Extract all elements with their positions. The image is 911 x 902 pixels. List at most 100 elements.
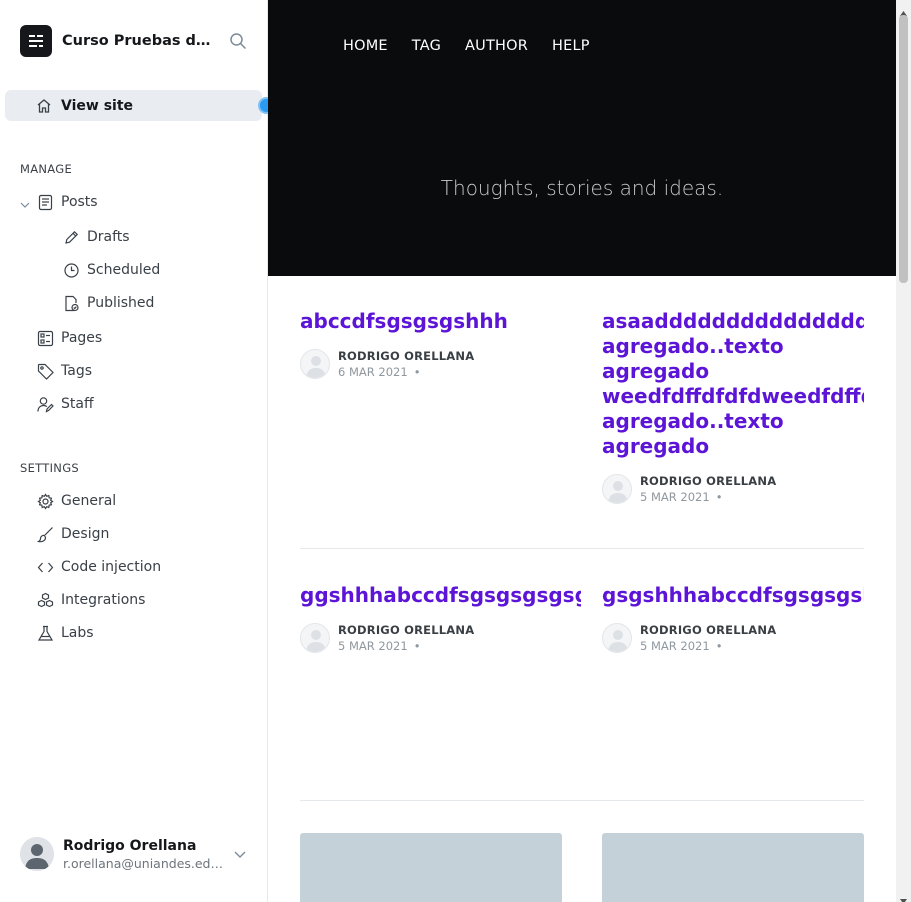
sidebar-item-drafts[interactable]: Drafts: [0, 222, 262, 252]
site-tagline: Thoughts, stories and ideas.: [440, 176, 724, 200]
search-icon[interactable]: [228, 31, 248, 51]
nav-link-home[interactable]: HOME: [343, 38, 388, 54]
meta-text: RODRIGO ORELLANA 6 MAR 2021 •: [338, 349, 474, 379]
sidebar-item-label: Staff: [61, 396, 94, 412]
post-date-value: 5 MAR 2021: [640, 490, 710, 504]
sidebar-item-general[interactable]: General: [0, 486, 262, 516]
date-separator: •: [413, 639, 421, 653]
home-icon: [36, 98, 52, 114]
author-avatar[interactable]: [602, 623, 632, 653]
ghost-logo-icon[interactable]: [20, 25, 52, 57]
user-menu[interactable]: Rodrigo Orellana r.orellana@uniandes.edu…: [20, 834, 256, 874]
scrollbar-thumb[interactable]: [899, 15, 908, 283]
tag-icon: [36, 362, 54, 380]
post-title-line: agregado: [602, 359, 710, 383]
integrations-icon: [36, 591, 54, 609]
view-site-button[interactable]: View site: [5, 90, 262, 121]
post-date: 5 MAR 2021 •: [338, 639, 474, 653]
published-icon: [62, 294, 80, 312]
post-title-line: asaaddddddddddddddddddd: [602, 309, 864, 333]
pages-icon: [36, 329, 54, 347]
meta-text: RODRIGO ORELLANA 5 MAR 2021 •: [640, 623, 776, 653]
post-meta: RODRIGO ORELLANA 6 MAR 2021 •: [300, 349, 570, 379]
sidebar-item-label: Code injection: [61, 559, 162, 575]
sidebar-item-label: Integrations: [61, 592, 146, 608]
site-preview: HOME TAG AUTHOR HELP Thoughts, stories a…: [268, 0, 896, 902]
scroll-up-arrow-icon[interactable]: [899, 3, 908, 16]
admin-sidebar: Curso Pruebas de ... View site MANAGE Po…: [0, 0, 268, 902]
scroll-down-arrow-icon[interactable]: [899, 890, 908, 902]
sidebar-item-label: Pages: [61, 330, 103, 346]
post-date-value: 6 MAR 2021: [338, 365, 408, 379]
gear-icon: [36, 492, 54, 510]
chevron-down-icon[interactable]: [19, 196, 31, 208]
post-author[interactable]: RODRIGO ORELLANA: [640, 623, 776, 637]
sidebar-item-staff[interactable]: Staff: [0, 389, 262, 419]
site-title[interactable]: Curso Pruebas de ...: [62, 33, 212, 49]
post-date-value: 5 MAR 2021: [338, 639, 408, 653]
post-title[interactable]: asaaddddddddddddddddddd agregado..texto …: [602, 309, 864, 459]
brush-icon: [36, 525, 54, 543]
date-separator: •: [715, 639, 723, 653]
sidebar-item-label: Design: [61, 526, 110, 542]
post-card[interactable]: ggshhhabccdfsgsgsgsgsgshhh RODRIGO ORELL…: [300, 583, 581, 653]
sidebar-item-pages[interactable]: Pages: [0, 323, 262, 353]
user-info: Rodrigo Orellana r.orellana@uniandes.edu…: [63, 838, 228, 871]
sidebar-item-label: Posts: [61, 194, 98, 210]
sidebar-item-tags[interactable]: Tags: [0, 356, 262, 386]
post-date: 5 MAR 2021 •: [640, 639, 776, 653]
post-title-line: agregado: [602, 434, 710, 458]
post-title[interactable]: abccdfsgsgsgshhh: [300, 309, 570, 334]
author-avatar[interactable]: [602, 474, 632, 504]
chevron-down-icon[interactable]: [232, 846, 248, 862]
author-avatar[interactable]: [300, 623, 330, 653]
post-image-placeholder[interactable]: [602, 833, 864, 902]
staff-icon: [36, 395, 54, 413]
post-title[interactable]: gsgshhhabccdfsgsgsgshhh: [602, 583, 864, 608]
post-image-placeholder[interactable]: [300, 833, 562, 902]
post-title-line: abccdfsgsgsgshhh: [300, 309, 508, 333]
post-title-line: agregado..texto: [602, 409, 784, 433]
post-date: 6 MAR 2021 •: [338, 365, 474, 379]
scrollbar[interactable]: [896, 0, 911, 902]
meta-text: RODRIGO ORELLANA 5 MAR 2021 •: [640, 474, 776, 504]
sidebar-item-label: Published: [87, 295, 155, 311]
labs-icon: [36, 624, 54, 642]
nav-link-help[interactable]: HELP: [552, 38, 590, 54]
sidebar-item-design[interactable]: Design: [0, 519, 262, 549]
post-meta: RODRIGO ORELLANA 5 MAR 2021 •: [602, 474, 864, 504]
nav-link-author[interactable]: AUTHOR: [465, 38, 528, 54]
sidebar-item-code-injection[interactable]: Code injection: [0, 552, 262, 582]
post-card[interactable]: gsgshhhabccdfsgsgsgshhh RODRIGO ORELLANA…: [602, 583, 864, 653]
divider: [300, 548, 864, 549]
settings-section-title: SETTINGS: [20, 461, 80, 475]
sidebar-item-posts[interactable]: Posts: [0, 187, 262, 217]
author-avatar[interactable]: [300, 349, 330, 379]
post-title-line: weedfdffdfdfdweedfdffdfdf: [602, 384, 864, 408]
post-card[interactable]: abccdfsgsgsgshhh RODRIGO ORELLANA 6 MAR …: [300, 309, 570, 379]
date-separator: •: [715, 490, 723, 504]
sidebar-item-label: General: [61, 493, 117, 509]
avatar: [20, 837, 54, 871]
post-date-value: 5 MAR 2021: [640, 639, 710, 653]
post-author[interactable]: RODRIGO ORELLANA: [640, 474, 776, 488]
clock-icon: [62, 261, 80, 279]
post-meta: RODRIGO ORELLANA 5 MAR 2021 •: [300, 623, 581, 653]
sidebar-item-scheduled[interactable]: Scheduled: [0, 255, 262, 285]
code-icon: [36, 558, 54, 576]
user-name: Rodrigo Orellana: [63, 837, 197, 854]
post-card[interactable]: asaaddddddddddddddddddd agregado..texto …: [602, 309, 864, 504]
post-title-line: ggshhhabccdfsgsgsgsgsgshhh: [300, 583, 581, 607]
sidebar-item-label: Drafts: [87, 229, 130, 245]
brand: Curso Pruebas de ...: [20, 25, 256, 57]
post-author[interactable]: RODRIGO ORELLANA: [338, 623, 474, 637]
sidebar-item-integrations[interactable]: Integrations: [0, 585, 262, 615]
manage-section-title: MANAGE: [20, 162, 73, 176]
meta-text: RODRIGO ORELLANA 5 MAR 2021 •: [338, 623, 474, 653]
nav-link-tag[interactable]: TAG: [412, 38, 441, 54]
post-title[interactable]: ggshhhabccdfsgsgsgsgsgshhh: [300, 583, 581, 608]
sidebar-item-labs[interactable]: Labs: [0, 618, 262, 648]
post-author[interactable]: RODRIGO ORELLANA: [338, 349, 474, 363]
post-meta: RODRIGO ORELLANA 5 MAR 2021 •: [602, 623, 864, 653]
sidebar-item-published[interactable]: Published: [0, 288, 262, 318]
